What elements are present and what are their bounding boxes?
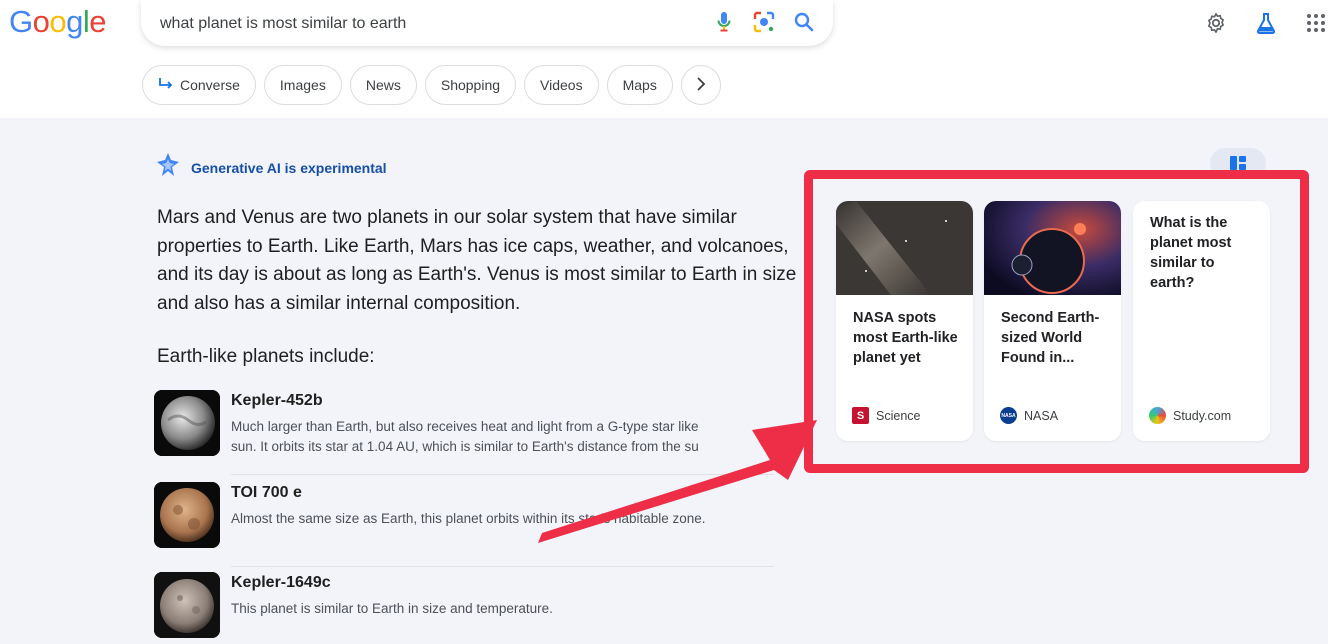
google-logo[interactable]: Google <box>9 4 107 40</box>
highlight-box <box>804 170 1309 473</box>
chip-label: News <box>365 77 401 93</box>
search-input[interactable]: what planet is most similar to earth <box>160 15 406 33</box>
ai-badge-label: Generative AI is experimental <box>191 159 387 176</box>
chip-label: Images <box>279 77 326 93</box>
chip-label: Converse <box>180 77 240 93</box>
search-box[interactable]: what planet is most similar to earth <box>141 0 833 46</box>
chip-news[interactable]: News <box>349 65 417 105</box>
chevron-right-icon <box>696 76 706 94</box>
filter-chips: Converse Images News Shopping Videos Map… <box>142 65 721 105</box>
top-bar: Google what planet is most similar to ea… <box>0 0 1328 118</box>
lens-icon[interactable] <box>753 11 775 33</box>
converse-arrow-icon <box>158 77 174 94</box>
logo-letter: e <box>89 4 107 39</box>
chip-shopping[interactable]: Shopping <box>424 65 517 105</box>
chips-next-button[interactable] <box>680 65 721 105</box>
planet-thumbnail <box>154 390 220 456</box>
ai-experimental-badge: Generative AI is experimental <box>155 152 387 183</box>
planet-desc-line: This planet is similar to Earth in size … <box>231 601 553 616</box>
planet-name: TOI 700 e <box>231 484 302 501</box>
planet-description: This planet is similar to Earth in size … <box>231 599 774 619</box>
apps-grid-icon[interactable] <box>1304 11 1328 35</box>
planet-description: Almost the same size as Earth, this plan… <box>231 509 774 529</box>
chip-images[interactable]: Images <box>263 65 342 105</box>
chip-label: Videos <box>540 77 583 93</box>
planet-desc-line: Much larger than Earth, but also receive… <box>231 419 699 434</box>
chip-converse[interactable]: Converse <box>142 65 256 105</box>
chip-maps[interactable]: Maps <box>606 65 673 105</box>
chip-label: Maps <box>622 77 657 93</box>
mic-icon[interactable] <box>713 11 735 33</box>
logo-letter: o <box>49 4 67 39</box>
planet-description: Much larger than Earth, but also receive… <box>231 417 774 457</box>
sparkle-icon <box>155 152 181 183</box>
chip-videos[interactable]: Videos <box>524 65 599 105</box>
list-divider <box>231 474 774 475</box>
logo-letter: G <box>9 4 33 39</box>
planet-name: Kepler-1649c <box>231 574 331 591</box>
logo-letter: o <box>32 4 50 39</box>
list-item[interactable]: TOI 700 e Almost the same size as Earth,… <box>154 482 774 558</box>
planet-desc-line: Almost the same size as Earth, this plan… <box>231 511 706 526</box>
labs-flask-icon[interactable] <box>1254 11 1278 35</box>
planet-name: Kepler-452b <box>231 392 323 409</box>
ai-summary-text: Mars and Venus are two planets in our so… <box>157 207 797 314</box>
planet-thumbnail <box>154 482 220 548</box>
planet-thumbnail <box>154 572 220 638</box>
list-divider <box>231 566 774 567</box>
search-icon[interactable] <box>793 11 815 33</box>
gear-icon[interactable] <box>1204 11 1228 35</box>
list-item[interactable]: Kepler-452b Much larger than Earth, but … <box>154 390 774 466</box>
chip-label: Shopping <box>440 77 501 93</box>
list-item[interactable]: Kepler-1649c This planet is similar to E… <box>154 572 774 644</box>
planet-desc-line: sun. It orbits its star at 1.04 AU, whic… <box>231 439 699 454</box>
planet-list-heading: Earth-like planets include: <box>157 346 375 367</box>
logo-letter: g <box>66 4 83 39</box>
